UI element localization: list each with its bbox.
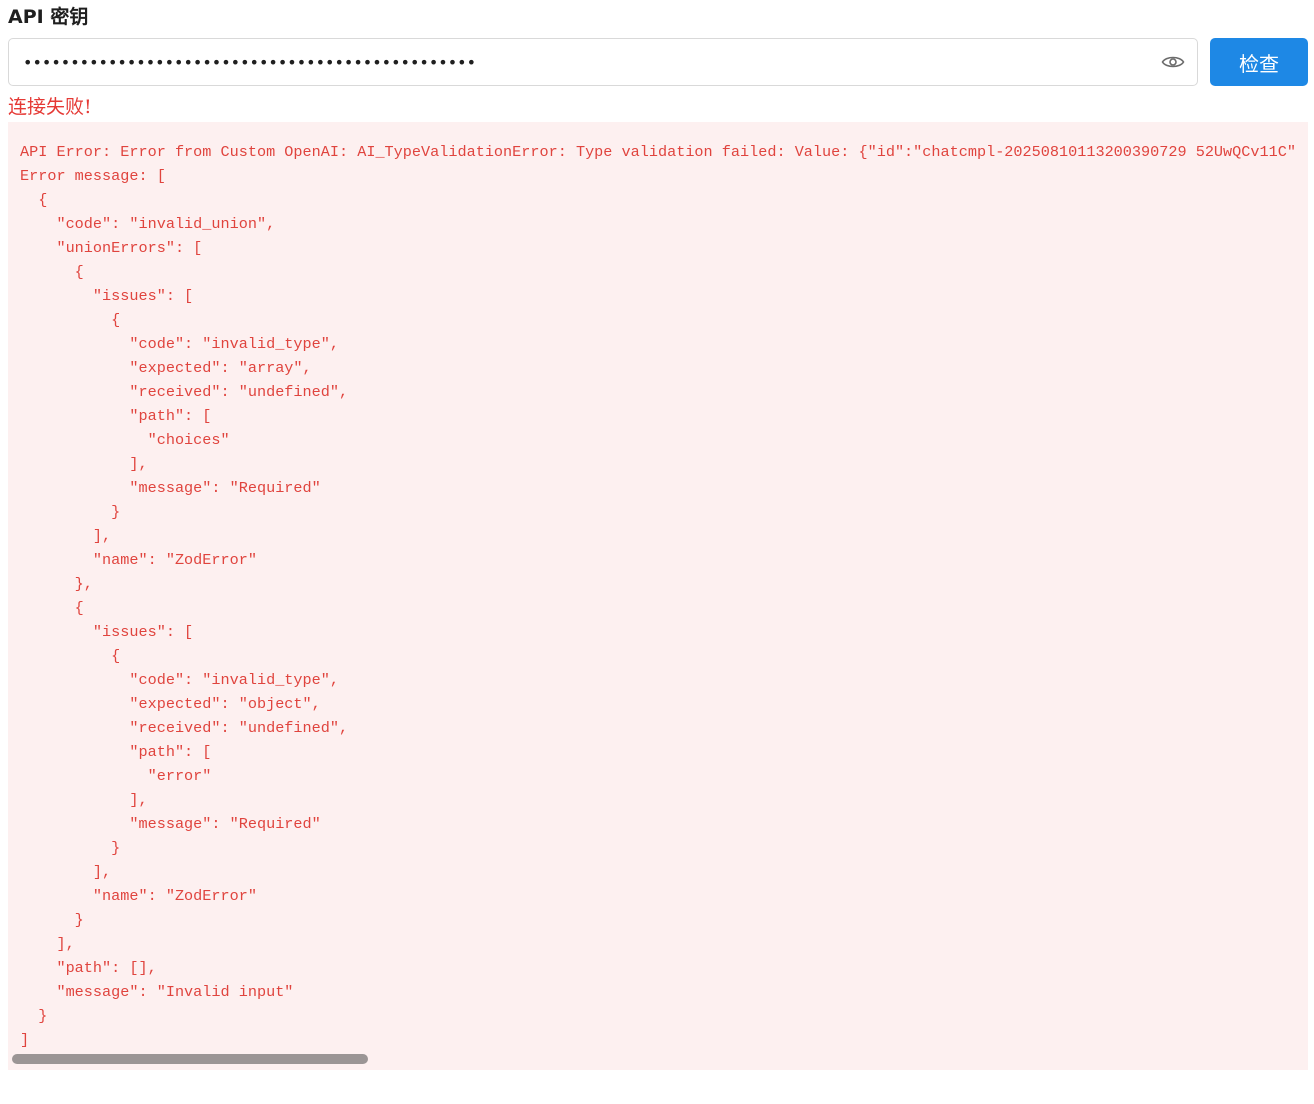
error-details-panel[interactable]: API Error: Error from Custom OpenAI: AI_… (8, 122, 1308, 1070)
api-key-field-wrapper (8, 38, 1198, 86)
api-key-input[interactable] (23, 39, 1143, 85)
error-details-text: API Error: Error from Custom OpenAI: AI_… (20, 143, 1296, 1049)
eye-icon[interactable] (1161, 51, 1185, 73)
api-key-row: 检查 (8, 38, 1308, 86)
api-key-label: API 密钥 (8, 6, 89, 28)
horizontal-scrollbar[interactable] (12, 1054, 368, 1064)
check-button[interactable]: 检查 (1210, 38, 1308, 86)
connection-failed-message: 连接失败! (8, 96, 92, 118)
